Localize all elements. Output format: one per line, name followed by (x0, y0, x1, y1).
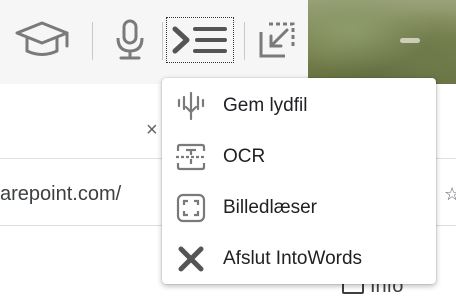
microphone-button[interactable] (104, 16, 156, 64)
background-photo (308, 0, 456, 84)
intowords-toolbar (0, 0, 456, 84)
toolbar-separator (244, 22, 245, 60)
toolbar-separator (92, 22, 93, 60)
tab-close-button[interactable]: × (146, 120, 158, 140)
screenshot-capture-button[interactable] (252, 16, 302, 64)
reading-menu-icon (169, 20, 231, 60)
menu-item-label: Gem lydfil (223, 94, 308, 116)
microphone-icon (113, 18, 147, 62)
graduation-cap-icon (13, 20, 71, 60)
toolbar-separator (162, 22, 163, 60)
address-url-text[interactable]: arepoint.com/ (0, 182, 121, 206)
menu-item-label: Billedlæser (223, 196, 317, 218)
save-audio-icon (174, 89, 208, 123)
intowords-dropdown-menu: Gem lydfil OCR Billedlæser Afslut IntoWo… (162, 78, 436, 284)
menu-item-label: OCR (223, 145, 266, 167)
close-icon (174, 242, 208, 276)
menu-item-exit-intowords[interactable]: Afslut IntoWords (162, 233, 436, 284)
screenshot-capture-icon (257, 20, 297, 60)
menu-item-image-reader[interactable]: Billedlæser (162, 182, 436, 233)
menu-item-ocr[interactable]: OCR (162, 131, 436, 182)
bookmark-star-icon[interactable]: ☆ (444, 184, 456, 205)
menu-item-save-audio[interactable]: Gem lydfil (162, 80, 436, 131)
image-reader-icon (174, 191, 208, 225)
graduation-cap-button[interactable] (12, 16, 72, 64)
menu-item-label: Afslut IntoWords (223, 247, 363, 269)
reading-menu-button[interactable] (165, 16, 235, 64)
ocr-icon (174, 140, 208, 174)
